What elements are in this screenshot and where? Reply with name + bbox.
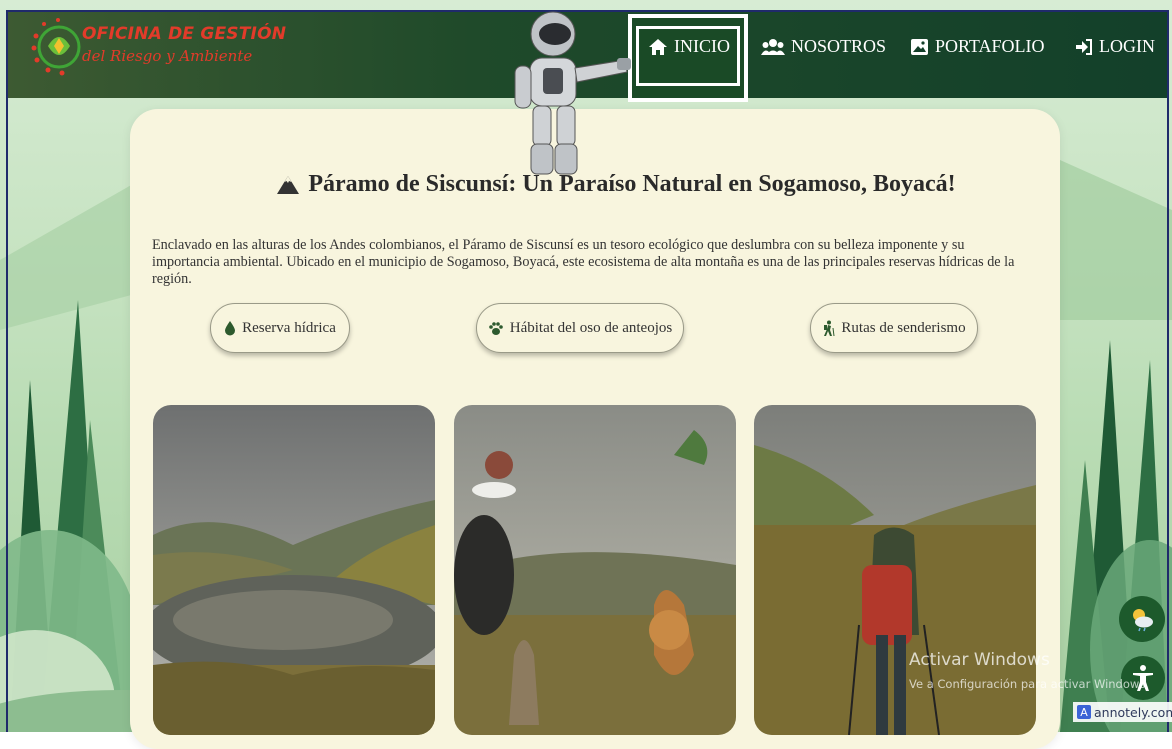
brand-title: OFICINA DE GESTIÓN <box>82 24 287 44</box>
paw-icon <box>488 321 503 335</box>
nav-portafolio-label: PORTAFOLIO <box>935 36 1045 56</box>
nav-inicio-label: INICIO <box>674 36 730 56</box>
mountain-icon <box>277 175 300 194</box>
annotely-logo-icon: A <box>1077 705 1091 719</box>
water-drop-icon <box>225 321 236 336</box>
habitat-oso-label: Hábitat del oso de anteojos <box>509 319 673 336</box>
annotely-text: annotely.com <box>1094 704 1172 720</box>
image-icon <box>911 38 928 55</box>
intro-paragraph: Enclavado en las alturas de los Andes co… <box>152 237 1015 287</box>
hiker-icon <box>824 320 835 336</box>
wildlife-photo <box>454 405 736 735</box>
login-icon <box>1076 38 1092 55</box>
weather-icon <box>1133 609 1153 632</box>
lagoon-photo <box>153 405 435 735</box>
rutas-senderismo-label: Rutas de senderismo <box>841 319 966 336</box>
nav-nosotros-link[interactable]: NOSOTROS <box>761 36 886 57</box>
reserva-hidrica-button[interactable]: Reserva hídrica <box>210 303 350 353</box>
brand-subtitle: del Riesgo y Ambiente <box>82 47 253 65</box>
robot-mascot <box>514 11 631 175</box>
home-icon <box>649 38 667 55</box>
nav-portafolio-link[interactable]: PORTAFOLIO <box>910 36 1045 57</box>
windows-activation-subtitle: Ve a Configuración para activar Windows. <box>909 677 1149 691</box>
brand-logo-icon <box>31 18 81 76</box>
nav-nosotros-label: NOSOTROS <box>791 36 887 56</box>
annotely-badge: A annotely.com <box>1073 702 1172 722</box>
rutas-senderismo-button[interactable]: Rutas de senderismo <box>810 303 978 353</box>
users-icon <box>761 38 785 55</box>
weather-button[interactable] <box>1119 596 1165 642</box>
nav-inicio-link[interactable]: INICIO <box>648 36 730 57</box>
habitat-oso-button[interactable]: Hábitat del oso de anteojos <box>476 303 684 353</box>
reserva-hidrica-label: Reserva hídrica <box>242 319 336 336</box>
nav-login-link[interactable]: LOGIN <box>1075 36 1155 57</box>
windows-activation-title: Activar Windows <box>909 650 1050 670</box>
nav-login-label: LOGIN <box>1099 36 1155 56</box>
